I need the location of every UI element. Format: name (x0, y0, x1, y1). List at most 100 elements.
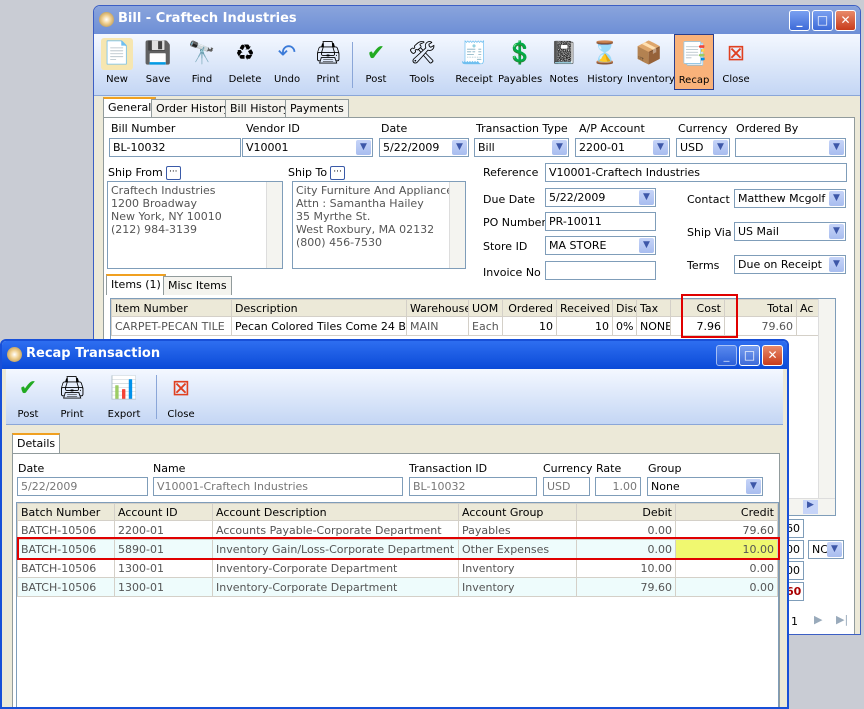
close-button[interactable]: ⊠ Close (163, 369, 199, 425)
chevron-down-icon: ▼ (639, 190, 654, 205)
group-select[interactable]: None ▼ (647, 477, 763, 496)
receipt-icon: 🧾 (460, 41, 488, 66)
delete-icon: ♻ (235, 41, 255, 66)
ship-via-select[interactable]: US Mail ▼ (734, 222, 846, 241)
column-header: Account ID (114, 503, 213, 521)
transaction-id-label: Transaction ID (409, 462, 488, 475)
recap-toolbar: ✔ Post 🖨 Print 📊 Export ⊠ Close (6, 369, 783, 425)
ordered-by-select[interactable]: ▼ (735, 138, 846, 157)
history-icon: ⌛ (591, 41, 619, 66)
table-row[interactable]: BATCH-10506 1300-01 Inventory-Corporate De… (17, 558, 778, 578)
table-cell: Each (468, 316, 503, 336)
date-picker[interactable]: 5/22/2009 ▼ (379, 138, 469, 157)
column-header: Item Number (111, 299, 232, 317)
inventory-button[interactable]: 📦 Inventory (627, 34, 675, 90)
close-window-button[interactable]: ✕ (835, 10, 856, 31)
terms-select[interactable]: Due on Receipt ▼ (734, 255, 846, 274)
maximize-button[interactable]: □ (739, 345, 760, 366)
table-cell: 79.60 (576, 577, 676, 597)
tab-misc-items[interactable]: Misc Items (163, 276, 232, 295)
last-page-icon[interactable]: ▶| (836, 613, 848, 626)
reference-label: Reference (483, 166, 539, 179)
recap-window: Recap Transaction _ □ ✕ ✔ Post 🖨 Print 📊 Ex… (0, 339, 789, 709)
undo-button[interactable]: ↶ Undo (269, 34, 305, 90)
page-number: 1 (791, 615, 798, 628)
close-button[interactable]: ⊠ Close (718, 34, 754, 90)
save-button[interactable]: 💾 Save (140, 34, 176, 90)
payables-button[interactable]: 💲 Payables (498, 34, 542, 90)
invoice-no-input[interactable] (545, 261, 656, 280)
post-icon: ✔ (366, 41, 386, 66)
ship-from-address[interactable]: Craftech Industries 1200 Broadway New York… (107, 181, 283, 269)
currency-select[interactable]: USD ▼ (676, 138, 730, 157)
tools-button[interactable]: 🛠 Tools (399, 34, 445, 90)
table-row[interactable]: BATCH-10506 1300-01 Inventory-Corporate De… (17, 577, 778, 597)
tab-details[interactable]: Details (12, 433, 61, 454)
vertical-scrollbar[interactable] (818, 299, 835, 498)
tab-order-history[interactable]: Order History (151, 99, 235, 118)
tab-bill-history[interactable]: Bill History (225, 99, 295, 118)
po-number-label: PO Number (483, 216, 546, 229)
ap-account-select[interactable]: 2200-01 ▼ (575, 138, 670, 157)
date-label: Date (381, 122, 408, 135)
print-button[interactable]: 🖨 Print (310, 34, 346, 90)
close-window-button[interactable]: ✕ (762, 345, 783, 366)
next-page-icon[interactable]: ▶ (814, 613, 822, 626)
table-cell: MAIN (406, 316, 469, 336)
store-id-select[interactable]: MA STORE ▼ (545, 236, 656, 255)
column-header: Warehouse (406, 299, 469, 317)
maximize-button[interactable]: □ (812, 10, 833, 31)
minimize-button[interactable]: _ (716, 345, 737, 366)
tab-general[interactable]: General (103, 97, 157, 118)
history-button[interactable]: ⌛ History (586, 34, 624, 90)
bill-number-input[interactable]: BL-10032 (109, 138, 241, 157)
name-field[interactable]: V10001-Craftech Industries (153, 477, 403, 496)
export-button[interactable]: 📊 Export (98, 369, 150, 425)
vendor-id-select[interactable]: V10001 ▼ (242, 138, 373, 157)
contact-select[interactable]: Matthew Mcgolf ▼ (734, 189, 846, 208)
chevron-down-icon: ▼ (746, 479, 761, 494)
scroll-right-icon[interactable]: ▶ (803, 500, 818, 514)
tab-items[interactable]: Items (1) (106, 274, 166, 295)
nc-select[interactable]: NC ▼ (808, 540, 844, 559)
table-cell: BATCH-10506 (17, 577, 115, 597)
currency-field[interactable]: USD (543, 477, 590, 496)
scrollbar[interactable] (449, 182, 465, 268)
transaction-type-label: Transaction Type (476, 122, 568, 135)
ship-from-lookup-button[interactable]: ··· (165, 166, 181, 180)
table-cell: 10 (502, 316, 557, 336)
minimize-button[interactable]: _ (789, 10, 810, 31)
notes-button[interactable]: 📓 Notes (546, 34, 582, 90)
print-button[interactable]: 🖨 Print (54, 369, 90, 425)
new-button[interactable]: 📄 New (99, 34, 135, 90)
reference-input[interactable]: V10001-Craftech Industries (545, 163, 847, 182)
column-header: Tax (636, 299, 671, 317)
scrollbar[interactable] (266, 182, 282, 268)
tab-payments[interactable]: Payments (285, 99, 349, 118)
ship-to-address[interactable]: City Furniture And Appliance Attn : Saman… (292, 181, 466, 269)
receipt-button[interactable]: 🧾 Receipt (454, 34, 494, 90)
table-cell: 1300-01 (114, 577, 213, 597)
bill-title-bar: Bill - Craftech Industries _ □ ✕ (94, 6, 860, 34)
find-button[interactable]: 🔭 Find (184, 34, 220, 90)
post-button[interactable]: ✔ Post (10, 369, 46, 425)
delete-button[interactable]: ♻ Delete (226, 34, 264, 90)
chevron-down-icon: ▼ (452, 140, 467, 155)
chevron-down-icon: ▼ (829, 257, 844, 272)
post-button[interactable]: ✔ Post (358, 34, 394, 90)
recap-button[interactable]: 📑 Recap (674, 34, 714, 90)
name-label: Name (153, 462, 186, 475)
due-date-picker[interactable]: 5/22/2009 ▼ (545, 188, 656, 207)
recap-title-bar: Recap Transaction _ □ ✕ (2, 341, 787, 369)
chevron-down-icon: ▼ (653, 140, 668, 155)
transaction-id-field[interactable]: BL-10032 (409, 477, 537, 496)
column-header: Debit (576, 503, 676, 521)
ship-to-lookup-button[interactable]: ··· (330, 166, 346, 180)
rate-field[interactable]: 1.00 (595, 477, 641, 496)
group-label: Group (648, 462, 682, 475)
date-field[interactable]: 5/22/2009 (17, 477, 148, 496)
transaction-type-select[interactable]: Bill ▼ (474, 138, 569, 157)
po-number-input[interactable]: PR-10011 (545, 212, 656, 231)
bill-toolbar: 📄 New 💾 Save 🔭 Find ♻ Delete ↶ Undo 🖨 Print ✔ P… (94, 34, 860, 96)
recap-header-row: Batch Number Account ID Account Descriptio… (17, 503, 778, 521)
